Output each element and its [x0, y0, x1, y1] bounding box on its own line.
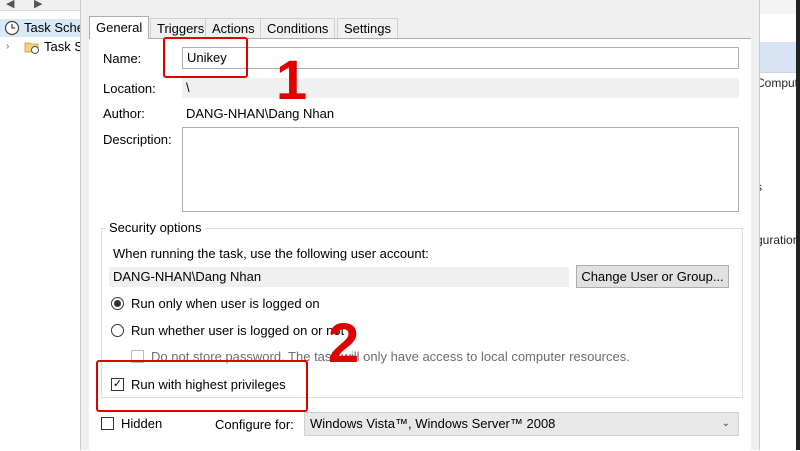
radio-run-only-logged-on-label[interactable]: Run only when user is logged on — [131, 296, 320, 311]
clock-icon — [4, 20, 20, 36]
name-label: Name: — [103, 51, 142, 66]
location-value: \ — [182, 78, 739, 98]
radio-run-only-logged-on[interactable] — [111, 297, 124, 310]
tab-actions[interactable]: Actions — [205, 18, 262, 38]
tree-item-label: Task Scheduler Library — [44, 39, 80, 54]
hidden-checkbox[interactable] — [101, 417, 114, 430]
configure-for-label: Configure for: — [215, 417, 294, 432]
tab-settings[interactable]: Settings — [337, 18, 398, 38]
folder-clock-icon — [24, 42, 39, 54]
actions-pane-text: Computer... — [756, 76, 800, 90]
tab-conditions[interactable]: Conditions — [260, 18, 336, 38]
description-label: Description: — [103, 132, 172, 147]
tab-general[interactable]: General — [89, 16, 150, 39]
back-arrow-icon[interactable]: ◀ — [6, 0, 14, 10]
tree-item-task-scheduler-library[interactable]: › Task Scheduler Library — [0, 38, 80, 56]
tab-triggers[interactable]: Triggers — [150, 18, 212, 38]
console-tree-pane: ◀ ▶ Task Scheduler (Local) › Task Schedu… — [0, 0, 80, 450]
name-field[interactable]: Unikey — [182, 47, 739, 69]
tree-item-label: Task Scheduler (Local) — [24, 20, 80, 35]
expand-chevron-icon[interactable]: › — [6, 38, 9, 56]
screen-edge — [796, 0, 800, 450]
radio-run-whether-logged-on[interactable] — [111, 324, 124, 337]
configure-for-value: Windows Vista™, Windows Server™ 2008 — [310, 416, 556, 431]
security-options-caption: Security options — [106, 220, 205, 235]
dropdown-chevron-icon: ⌄ — [721, 418, 730, 429]
hidden-label[interactable]: Hidden — [121, 416, 162, 431]
user-account-value: DANG-NHAN\Dang Nhan — [109, 267, 569, 287]
annotation-number-1: 1 — [276, 48, 308, 111]
radio-selected-dot — [114, 300, 121, 307]
tree-item-task-scheduler-local[interactable]: Task Scheduler (Local) — [0, 19, 80, 37]
author-value: DANG-NHAN\Dang Nhan — [186, 106, 335, 121]
author-label: Author: — [103, 106, 145, 121]
console-toolbar: ◀ ▶ — [0, 0, 80, 11]
annotation-number-2: 2 — [328, 311, 360, 374]
account-prompt: When running the task, use the following… — [113, 246, 429, 261]
annotation-box-name — [163, 37, 248, 78]
change-user-or-group-button[interactable]: Change User or Group... — [576, 265, 729, 288]
divider — [758, 72, 800, 73]
annotation-box-privileges — [96, 360, 308, 412]
configure-for-dropdown[interactable]: Windows Vista™, Windows Server™ 2008 ⌄ — [304, 412, 739, 436]
actions-pane-header — [758, 0, 800, 14]
actions-pane-selected-row — [758, 42, 800, 72]
actions-pane-text: guration — [756, 233, 800, 247]
location-label: Location: — [103, 81, 156, 96]
description-field[interactable] — [182, 127, 739, 212]
forward-arrow-icon[interactable]: ▶ — [34, 0, 42, 10]
radio-run-whether-logged-on-label[interactable]: Run whether user is logged on or not — [131, 323, 344, 338]
actions-pane: Computer... s guration — [756, 0, 800, 450]
